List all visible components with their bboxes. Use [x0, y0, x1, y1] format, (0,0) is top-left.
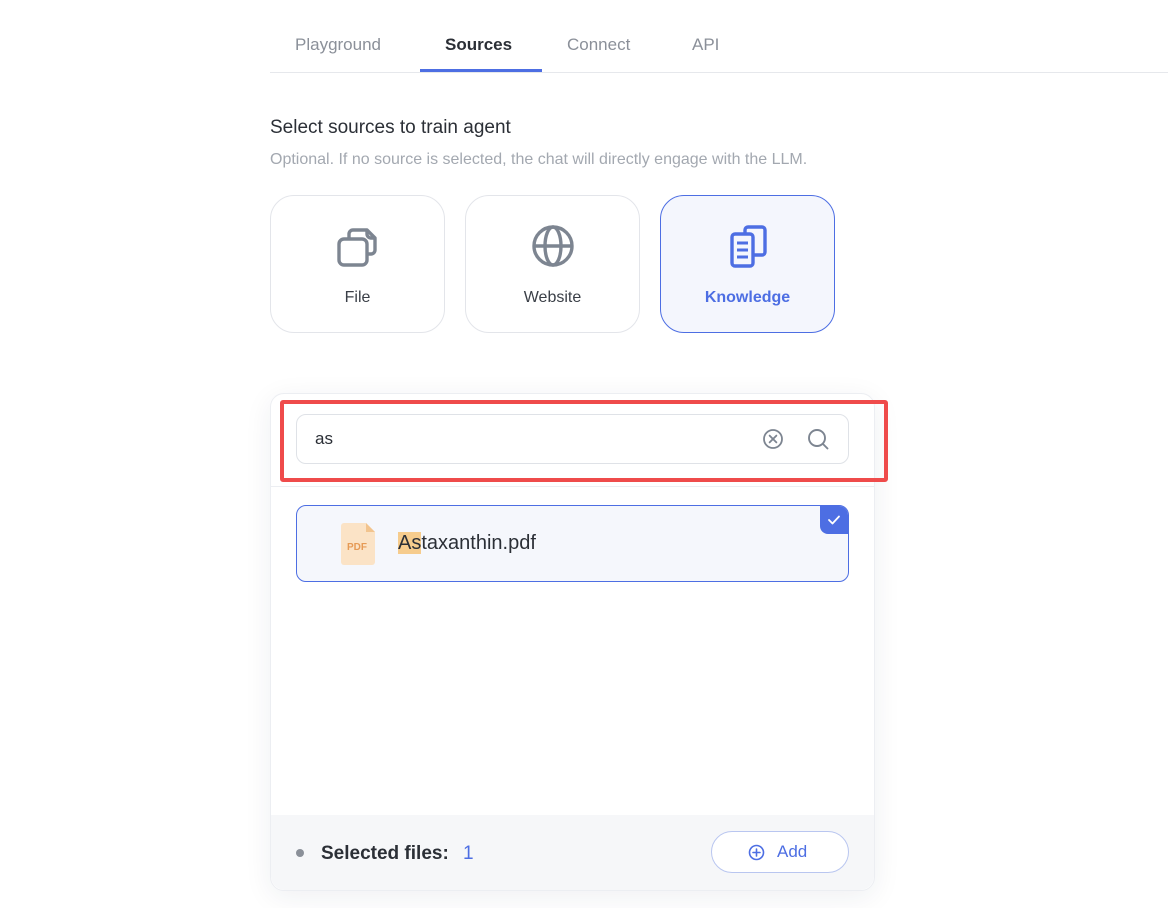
add-button[interactable]: Add — [711, 831, 849, 873]
panel-divider — [271, 486, 874, 487]
source-card-file[interactable]: File — [270, 195, 445, 333]
add-button-label: Add — [777, 842, 808, 861]
file-list-item[interactable]: PDF Astaxanthin.pdf — [296, 505, 849, 582]
selected-check-badge — [820, 506, 848, 534]
active-tab-indicator — [420, 69, 542, 72]
tab-connect[interactable]: Connect — [567, 35, 630, 55]
search-box — [296, 414, 849, 464]
tab-api[interactable]: API — [692, 35, 719, 55]
files-icon — [337, 228, 377, 267]
section-title: Select sources to train agent — [270, 117, 511, 138]
selected-files-count: 1 — [463, 843, 474, 864]
tab-playground[interactable]: Playground — [295, 35, 381, 55]
tab-bar: Playground Sources Connect API — [270, 0, 1168, 73]
source-card-label: Knowledge — [704, 289, 791, 306]
file-name-rest: taxanthin.pdf — [421, 532, 536, 554]
selected-files-label: Selected files: — [321, 843, 449, 864]
file-name: Astaxanthin.pdf — [398, 532, 536, 555]
source-card-knowledge[interactable]: Knowledge — [660, 195, 835, 333]
source-card-label: File — [344, 289, 371, 306]
bullet-dot — [296, 849, 304, 857]
clear-icon[interactable] — [762, 428, 784, 450]
search-input[interactable] — [315, 425, 745, 453]
search-match-highlight: As — [398, 532, 422, 554]
tab-sources[interactable]: Sources — [445, 35, 512, 55]
check-icon — [828, 515, 840, 525]
panel-footer: Selected files: 1 Add — [271, 815, 874, 890]
source-card-website[interactable]: Website — [465, 195, 640, 333]
pdf-file-icon: PDF — [341, 523, 375, 565]
plus-circle-icon — [748, 844, 765, 861]
pdf-type-label: PDF — [347, 542, 367, 553]
globe-icon — [532, 225, 574, 267]
documents-icon — [730, 225, 767, 268]
source-card-label: Website — [523, 289, 582, 306]
section-subtitle: Optional. If no source is selected, the … — [270, 151, 808, 168]
search-icon[interactable] — [807, 428, 829, 450]
